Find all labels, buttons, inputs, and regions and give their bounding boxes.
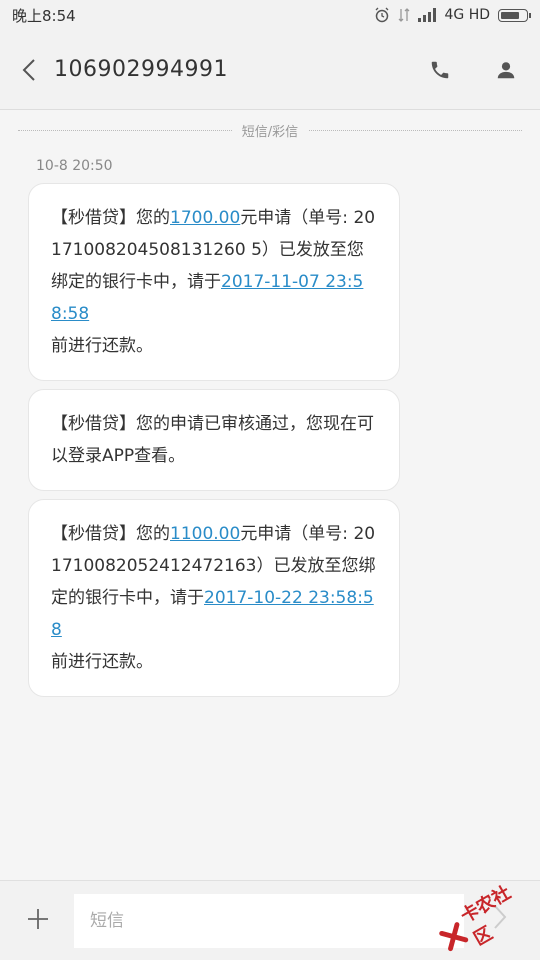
add-attachment-button[interactable] [22,903,54,935]
battery-icon [498,8,531,22]
status-icons: 4G HD [374,7,531,23]
message-timestamp: 10-8 20:50 [36,158,113,174]
alarm-icon [376,7,389,23]
person-icon [497,61,515,78]
call-button[interactable] [420,50,460,90]
page-title: 106902994991 [54,57,228,82]
status-time: 晚上8:54 [12,6,76,25]
message-text: 前进行还款。 [51,336,153,356]
message-text: 【秒借贷】您的申请已审核通过，您现在可以登录APP查看。 [51,414,374,466]
network-type: 4G HD [444,7,490,23]
phone-icon [431,61,449,78]
chevron-left-icon [22,58,35,81]
message-list: 【秒借贷】您的1700.00元申请（单号: 201710082045081312… [28,183,400,705]
sms-input[interactable] [74,894,464,948]
message-bubble[interactable]: 【秒借贷】您的1700.00元申请（单号: 201710082045081312… [28,183,400,381]
message-type-divider: 短信/彩信 [18,118,522,142]
back-button[interactable] [14,50,44,90]
message-text: 【秒借贷】您的 [51,208,170,228]
plus-icon [28,909,48,929]
signal-icon [418,8,437,22]
message-bubble[interactable]: 【秒借贷】您的1100.00元申请（单号: 201710082052412472… [28,499,400,697]
conversation-header: 106902994991 [0,30,540,110]
contact-button[interactable] [486,50,526,90]
message-bubble[interactable]: 【秒借贷】您的申请已审核通过，您现在可以登录APP查看。 [28,389,400,491]
divider-label: 短信/彩信 [231,120,309,140]
data-transfer-icon [399,8,410,22]
status-bar: 晚上8:54 4G HD [0,0,540,30]
message-text: 【秒借贷】您的 [51,524,170,544]
message-text: 前进行还款。 [51,652,153,672]
amount-link[interactable]: 1100.00 [170,524,240,544]
amount-link[interactable]: 1700.00 [170,208,240,228]
